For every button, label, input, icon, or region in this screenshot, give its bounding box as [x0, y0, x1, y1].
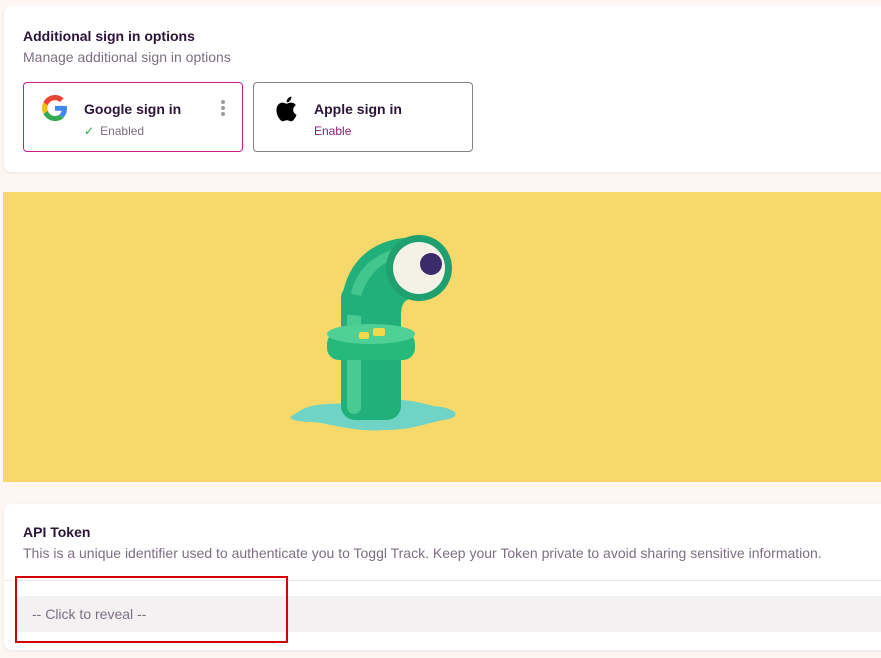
- api-token-description: This is a unique identifier used to auth…: [23, 545, 822, 561]
- google-signin-option[interactable]: Google sign in ✓ Enabled: [23, 82, 243, 152]
- apple-signin-option[interactable]: Apple sign in Enable: [253, 82, 473, 152]
- more-options-icon[interactable]: [218, 100, 228, 120]
- signin-subtitle: Manage additional sign in options: [23, 49, 231, 65]
- google-signin-label: Google sign in: [84, 101, 182, 117]
- google-signin-status: ✓ Enabled: [84, 124, 144, 138]
- divider: [4, 580, 881, 581]
- apple-signin-label: Apple sign in: [314, 101, 402, 117]
- api-token-title: API Token: [23, 524, 91, 540]
- api-token-card: API Token This is a unique identifier us…: [4, 504, 881, 650]
- periscope-pipe-illustration: [273, 224, 473, 448]
- check-icon: ✓: [84, 124, 95, 138]
- api-token-reveal-field[interactable]: -- Click to reveal --: [16, 596, 881, 632]
- google-icon: [42, 95, 68, 123]
- apple-icon: [272, 95, 298, 123]
- signin-title: Additional sign in options: [23, 28, 195, 44]
- illustration-banner: [3, 192, 881, 482]
- additional-signin-card: Additional sign in options Manage additi…: [4, 6, 881, 172]
- apple-enable-link[interactable]: Enable: [314, 124, 351, 138]
- google-status-text: Enabled: [100, 124, 145, 138]
